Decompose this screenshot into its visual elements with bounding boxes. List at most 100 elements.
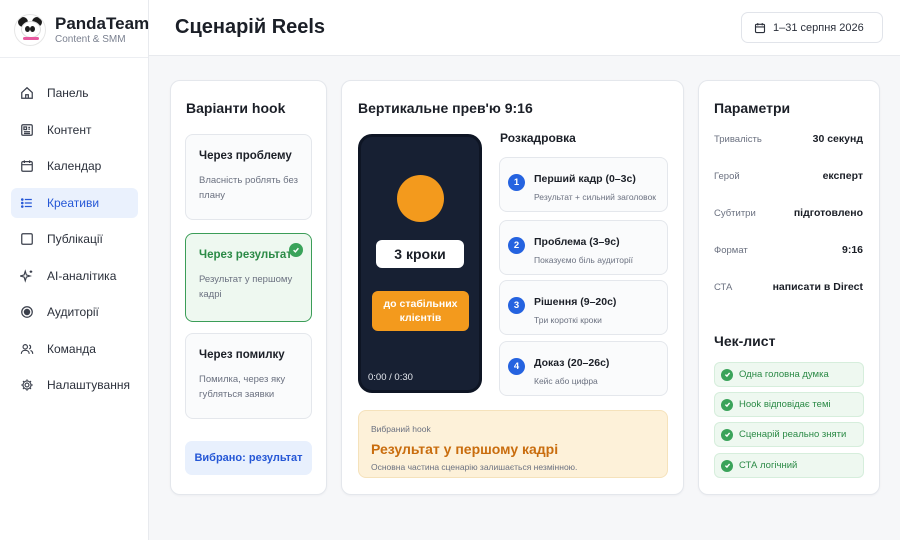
sidebar-item-label: Календар (47, 159, 102, 173)
scene-number: 3 (508, 297, 525, 314)
sidebar-item-creatives[interactable]: Креативи (11, 187, 138, 218)
selected-hook-note: Основна частина сценарію залишається нез… (371, 462, 578, 472)
sidebar-item-label: Публікації (47, 232, 103, 246)
parameters-card: Параметри Тривалість 30 секунд Герой екс… (698, 80, 880, 495)
checklist-item[interactable]: Сценарій реально зняти (714, 422, 864, 447)
param-value: експерт (822, 170, 863, 182)
storyboard-title: Розкадровка (500, 131, 576, 145)
preview-title: Вертикальне прев'ю 9:16 (358, 100, 533, 116)
hook-option-desc: Помилка, через яку губляться заявки (199, 374, 286, 400)
sidebar-item-dashboard[interactable]: Панель (11, 78, 138, 108)
scene-number: 2 (508, 237, 525, 254)
param-row-duration: Тривалість 30 секунд (714, 131, 863, 147)
storyboard-scene[interactable]: 3 Рішення (9–20с) Три короткі кроки (499, 280, 668, 335)
param-value: написати в Direct (772, 281, 863, 293)
checklist-item-label: Сценарій реально зняти (739, 429, 847, 440)
sidebar-item-label: AI-аналітика (47, 268, 117, 283)
check-icon (721, 368, 733, 381)
param-value: 9:16 (841, 244, 863, 256)
storyboard-scene[interactable]: 2 Проблема (3–9с) Показуємо біль аудитор… (499, 220, 668, 275)
preview-cta-block: до стабільних клієнтів (372, 291, 469, 331)
target-icon (20, 305, 34, 319)
selected-hook-label: Вибраний hook (371, 424, 431, 434)
param-key: Герой (714, 170, 740, 182)
param-key: СТА (714, 281, 733, 293)
check-icon (721, 398, 733, 411)
selected-hook-value: Результат у першому кадрі (371, 441, 559, 457)
hook-option-result[interactable]: Через результат Результат у першому кадр… (185, 233, 312, 322)
sidebar-item-label: Контент (47, 122, 92, 137)
sidebar-item-settings[interactable]: Налаштування (11, 370, 138, 400)
storyboard-scene[interactable]: 1 Перший кадр (0–3с) Результат + сильний… (499, 157, 668, 212)
hook-variants-card: Варіанти hook Через проблему Власність р… (170, 80, 327, 495)
brand[interactable]: PandaTeam Content & SMM (14, 10, 149, 50)
scene-desc: Показуємо біль аудиторії (534, 255, 634, 265)
date-range-button[interactable]: 1–31 серпня 2026 (741, 12, 883, 43)
scene-title: Проблема (3–9с) (534, 236, 620, 248)
home-icon (20, 86, 34, 100)
hook-option-desc: Власність роблять без плану (199, 175, 298, 201)
check-icon (721, 428, 733, 441)
storyboard-scene[interactable]: 4 Доказ (20–26с) Кейс або цифра (499, 341, 668, 396)
sidebar-item-publications[interactable]: Публікації (11, 224, 138, 254)
list-icon (20, 196, 34, 210)
brand-subtitle: Content & SMM (55, 34, 126, 45)
sidebar-item-team[interactable]: Команда (11, 334, 138, 364)
param-key: Формат (714, 244, 748, 256)
phone-preview[interactable]: 3 кроки до стабільних клієнтів 0:00 / 0:… (358, 134, 482, 393)
scene-title: Доказ (20–26с) (534, 357, 610, 369)
param-value: підготовлено (793, 207, 863, 219)
calendar-icon (20, 159, 34, 173)
top-bar: Сценарій Reels 1–31 серпня 2026 (149, 0, 900, 56)
sidebar-item-audiences[interactable]: Аудиторії (11, 297, 138, 327)
preview-timecode: 0:00 / 0:30 (368, 372, 413, 383)
brand-name: PandaTeam (55, 14, 150, 33)
check-icon (721, 459, 733, 472)
sidebar-item-label: Аудиторії (47, 305, 99, 319)
scene-title: Перший кадр (0–3с) (534, 173, 636, 185)
sidebar-item-ai-analytics[interactable]: AI-аналітика (11, 261, 138, 291)
check-icon (289, 243, 303, 257)
scene-number: 1 (508, 174, 525, 191)
sidebar-item-label: Панель (47, 86, 89, 100)
content-icon (20, 123, 34, 137)
hook-option-desc: Результат у першому кадрі (199, 274, 293, 300)
chosen-hook-badge: Вибрано: результат (185, 441, 312, 475)
preview-circle-graphic (397, 175, 444, 222)
checklist-item[interactable]: Одна головна думка (714, 362, 864, 387)
hook-option-title: Через проблему (199, 150, 292, 162)
sidebar-item-label: Креативи (47, 195, 100, 210)
sidebar-nav: Панель Контент Календар Креативи Публіка… (11, 78, 138, 407)
hook-option-title: Через помилку (199, 349, 285, 361)
date-range-label: 1–31 серпня 2026 (773, 21, 864, 34)
checklist-item-label: СТА логічний (739, 460, 798, 471)
sidebar-item-label: Команда (47, 341, 96, 356)
param-value: 30 секунд (812, 133, 863, 145)
param-key: Субтитри (714, 207, 756, 219)
selected-hook-panel: Вибраний hook Результат у першому кадрі … (358, 410, 668, 478)
scene-title: Рішення (9–20с) (534, 296, 617, 308)
square-icon (20, 232, 34, 246)
sidebar-item-content[interactable]: Контент (11, 115, 138, 145)
panda-logo-icon (14, 14, 46, 46)
scene-number: 4 (508, 358, 525, 375)
hook-option-problem[interactable]: Через проблему Власність роблять без пла… (185, 134, 312, 220)
sidebar-divider (0, 57, 148, 58)
users-icon (20, 342, 34, 356)
calendar-icon (754, 22, 766, 33)
checklist-item[interactable]: СТА логічний (714, 453, 864, 478)
sidebar-item-label: Налаштування (47, 378, 130, 392)
sidebar-item-calendar[interactable]: Календар (11, 151, 138, 181)
sparkle-icon (20, 268, 34, 283)
checklist-item-label: Одна головна думка (739, 369, 829, 380)
hook-option-title: Через результат (199, 249, 292, 261)
vertical-preview-card: Вертикальне прев'ю 9:16 3 кроки до стабі… (341, 80, 684, 495)
param-row-cta: СТА написати в Direct (714, 279, 863, 295)
hook-option-mistake[interactable]: Через помилку Помилка, через яку гублять… (185, 333, 312, 419)
hook-variants-title: Варіанти hook (186, 100, 286, 116)
checklist-item[interactable]: Hook відповідає темі (714, 392, 864, 417)
preview-headline-chip: 3 кроки (376, 240, 464, 268)
param-row-subtitles: Субтитри підготовлено (714, 205, 863, 221)
param-key: Тривалість (714, 133, 762, 145)
gear-icon (20, 378, 34, 392)
